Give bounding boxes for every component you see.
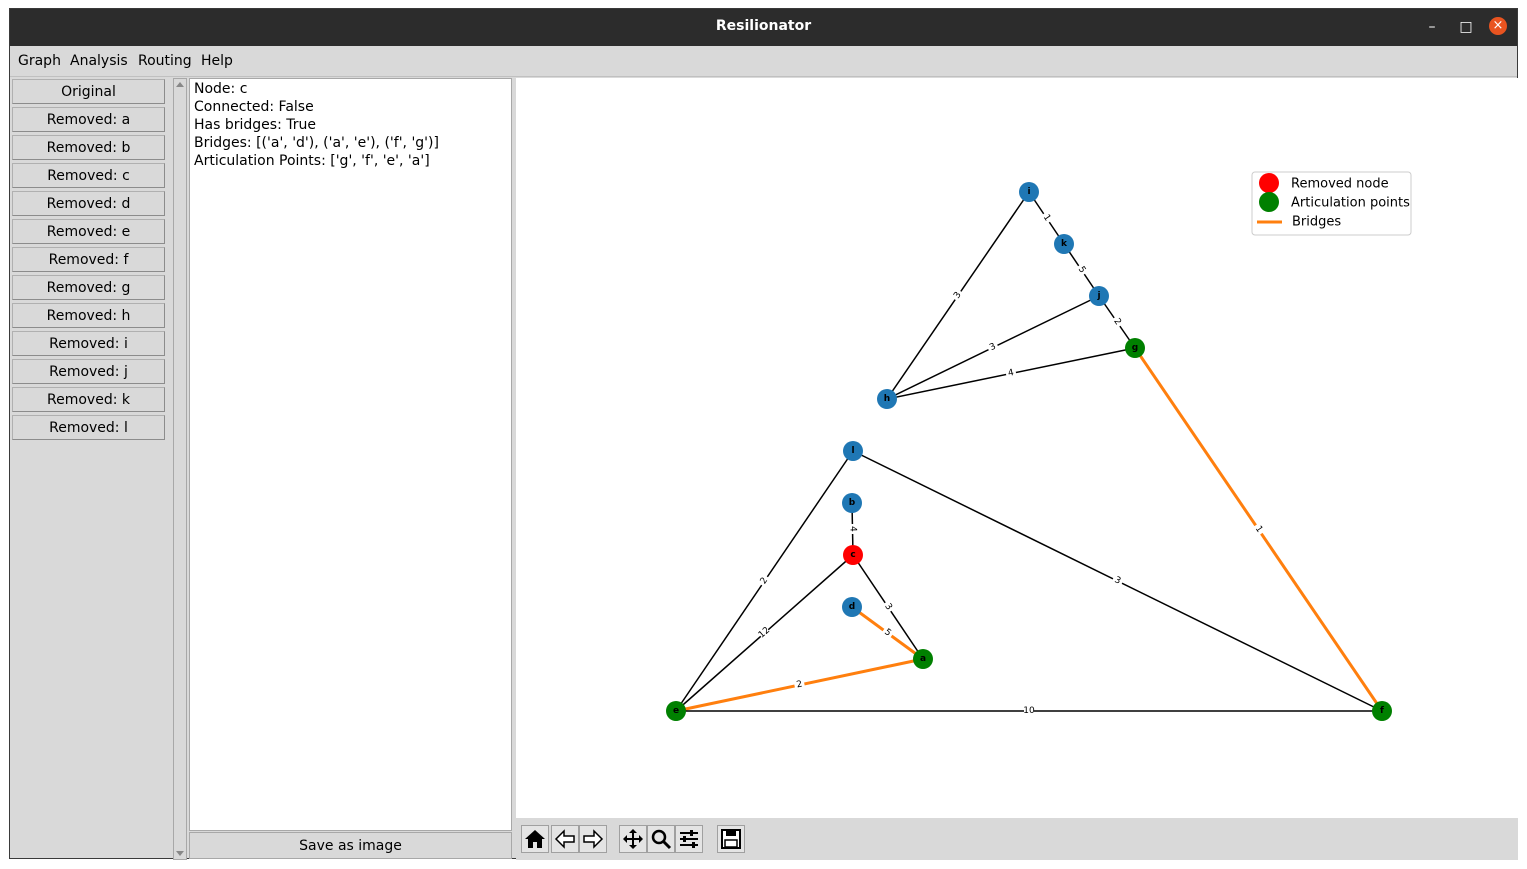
home-icon[interactable] — [521, 825, 549, 853]
window-title: Resilionator — [715, 18, 812, 34]
edge-weight-label: 10 — [1023, 706, 1035, 716]
removed-b-button[interactable]: Removed: b — [12, 135, 165, 160]
close-button[interactable]: × — [1489, 17, 1507, 35]
forward-icon[interactable] — [579, 825, 607, 853]
removed-j-button[interactable]: Removed: j — [12, 359, 165, 384]
legend-label-removed: Removed node — [1291, 177, 1389, 192]
analysis-text-box[interactable]: Node: c Connected: False Has bridges: True… — [189, 78, 512, 831]
menu-graph[interactable]: Graph — [18, 53, 61, 69]
info-line-bridges: Bridges: [('a', 'd'), ('a', 'e'), ('f', … — [194, 135, 439, 151]
node-label-g: g — [1132, 343, 1138, 353]
zoom-icon[interactable] — [647, 825, 675, 853]
edge-weight-label: 4 — [847, 526, 857, 532]
legend-removed-swatch — [1259, 173, 1279, 193]
node-label-c: c — [850, 550, 855, 560]
legend-label-bridge: Bridges — [1292, 215, 1341, 230]
node-label-k: k — [1061, 239, 1068, 249]
legend-articulation-swatch — [1259, 192, 1279, 212]
original-button[interactable]: Original — [12, 79, 165, 104]
removed-g-button[interactable]: Removed: g — [12, 275, 165, 300]
pan-icon[interactable] — [619, 825, 647, 853]
legend-label-articulation: Articulation points — [1291, 196, 1410, 211]
node-label-b: b — [849, 498, 856, 508]
app-window: Resilionator – □ × Graph Analysis Routin… — [9, 8, 1518, 860]
back-icon[interactable] — [551, 825, 579, 853]
node-label-h: h — [884, 394, 890, 404]
sidebar-scrollbar[interactable] — [173, 78, 187, 860]
removed-f-button[interactable]: Removed: f — [12, 247, 165, 272]
removed-c-button[interactable]: Removed: c — [12, 163, 165, 188]
save-as-image-button[interactable]: Save as image — [189, 832, 512, 859]
node-label-d: d — [849, 602, 855, 612]
removed-d-button[interactable]: Removed: d — [12, 191, 165, 216]
node-label-f: f — [1380, 706, 1384, 716]
removed-e-button[interactable]: Removed: e — [12, 219, 165, 244]
removed-a-button[interactable]: Removed: a — [12, 107, 165, 132]
removed-k-button[interactable]: Removed: k — [12, 387, 165, 412]
removed-h-button[interactable]: Removed: h — [12, 303, 165, 328]
scroll-up-icon[interactable] — [176, 82, 184, 87]
plot-toolbar — [516, 818, 1518, 860]
graph-canvas[interactable]: 1 5 2 3 3 4 1 2 3 4 12 3 5 2 10 ikjghlbcdaef Removed n… — [516, 78, 1518, 818]
save-icon[interactable] — [717, 825, 745, 853]
title-bar[interactable]: Resilionator – □ × — [10, 9, 1517, 46]
removed-i-button[interactable]: Removed: i — [12, 331, 165, 356]
info-line-has-bridges: Has bridges: True — [194, 117, 316, 133]
info-line-connected: Connected: False — [194, 99, 314, 115]
legend: Removed node Articulation points Bridges — [1251, 171, 1412, 236]
node-label-e: e — [673, 706, 679, 716]
info-line-articulation-points: Articulation Points: ['g', 'f', 'e', 'a'… — [194, 153, 430, 169]
graph-plot: 15233412 341235210 ikjghlbcdae f Removed n… — [666, 171, 1412, 721]
menu-bar: Graph Analysis Routing Help — [10, 46, 1517, 77]
node-label-l: l — [851, 446, 854, 456]
menu-analysis[interactable]: Analysis — [70, 53, 128, 69]
node-label-i: i — [1027, 187, 1030, 197]
scroll-down-icon[interactable] — [176, 851, 184, 856]
minimize-button[interactable]: – — [1422, 17, 1442, 37]
node-label-j: j — [1096, 291, 1100, 301]
configure-subplots-icon[interactable] — [675, 825, 703, 853]
menu-help[interactable]: Help — [201, 53, 233, 69]
removed-l-button[interactable]: Removed: l — [12, 415, 165, 440]
menu-routing[interactable]: Routing — [138, 53, 192, 69]
info-line-node: Node: c — [194, 81, 248, 97]
maximize-button[interactable]: □ — [1456, 17, 1476, 37]
node-label-a: a — [920, 654, 926, 664]
